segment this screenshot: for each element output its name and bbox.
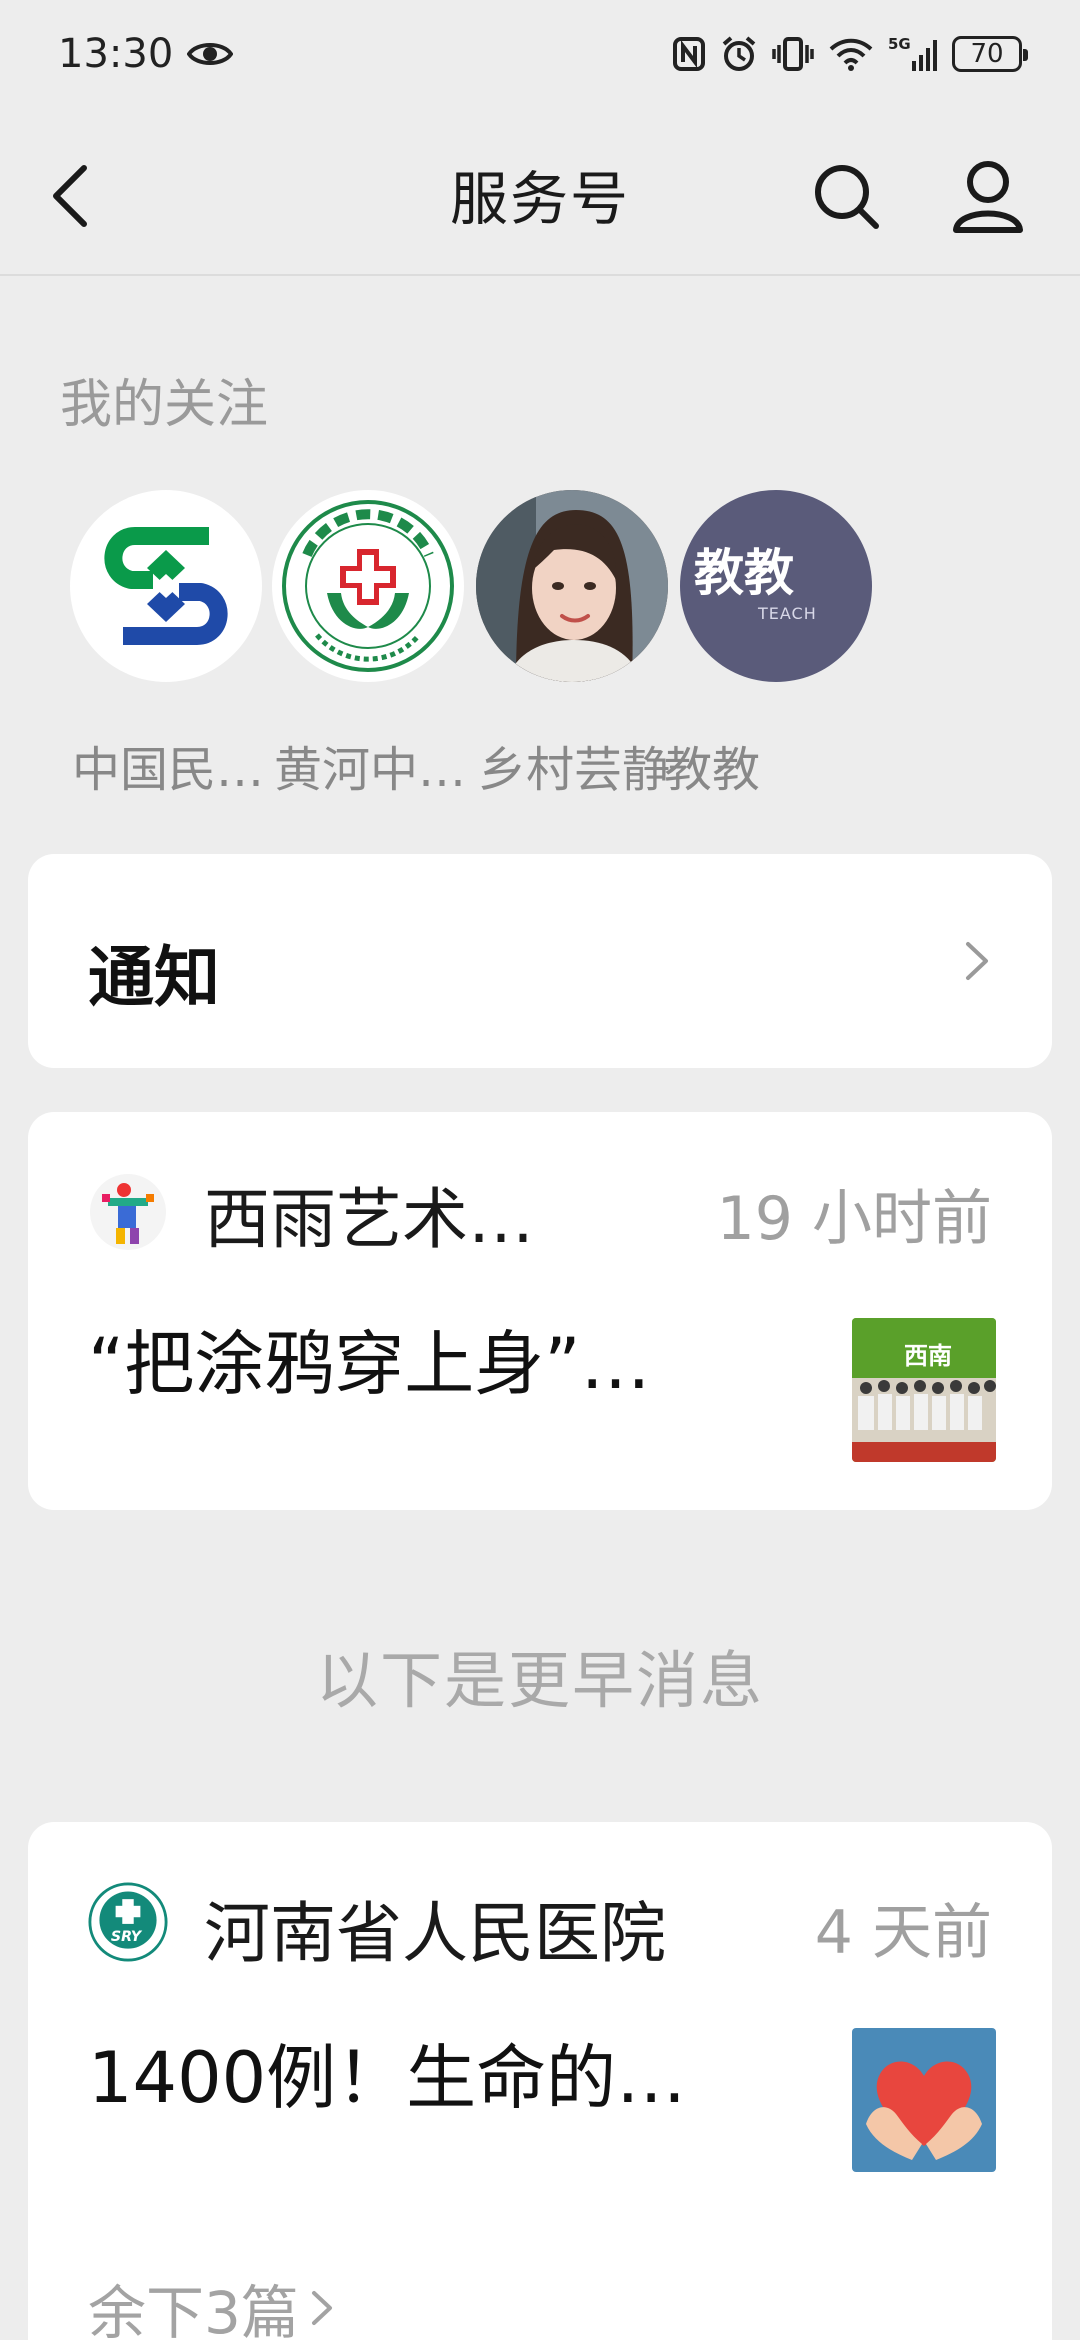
sender-avatar: SRY xyxy=(88,1882,168,1962)
svg-text:西南: 西南 xyxy=(904,1342,952,1370)
wifi-icon xyxy=(829,38,873,71)
vibrate-icon xyxy=(772,37,814,71)
battery-level: 70 xyxy=(970,39,1004,69)
sender-avatar xyxy=(88,1172,168,1252)
notice-card[interactable]: 通知 xyxy=(28,854,1052,1068)
battery-icon: 70 xyxy=(952,36,1028,72)
eye-icon xyxy=(187,43,234,65)
follows-list: 中国民… 黄河中… 乡村芸静 教教 TEACH 教教 xyxy=(0,486,1080,796)
follow-item[interactable]: 中国民… xyxy=(48,486,278,796)
profile-icon[interactable] xyxy=(950,156,1026,236)
message-thumbnail xyxy=(852,2028,996,2172)
bank-logo-icon xyxy=(104,527,228,645)
art-logo-icon xyxy=(90,1174,166,1250)
notice-title: 通知 xyxy=(88,939,220,1016)
bank-logo-avatar xyxy=(70,490,262,682)
follows-section-label: 我的关注 xyxy=(60,375,269,435)
education-logo-avatar: 教教 TEACH xyxy=(680,490,872,682)
event-photo-image: 西南 xyxy=(852,1318,996,1462)
hospital-logo-icon xyxy=(282,500,454,672)
message-time: 4 天前 xyxy=(814,1898,992,1968)
more-articles-label: 余下3篇 xyxy=(88,2279,299,2340)
message-card[interactable]: 西雨艺术… 19 小时前 “把涂鸦穿上身”… 西南 xyxy=(28,1112,1052,1510)
status-time: 13:30 xyxy=(58,31,174,77)
hospital-logo-avatar xyxy=(272,490,464,682)
chevron-right-icon xyxy=(311,2291,332,2325)
education-logo-text: 教教 xyxy=(694,544,794,602)
message-title: “把涂鸦穿上身”… xyxy=(88,1323,651,1405)
svg-text:SRY: SRY xyxy=(111,1929,143,1945)
message-time: 19 小时前 xyxy=(716,1184,992,1254)
message-thumbnail: 西南 xyxy=(852,1318,996,1462)
chevron-right-icon xyxy=(966,942,988,980)
heart-hands-image xyxy=(852,2028,996,2172)
person-photo-avatar xyxy=(476,490,668,682)
earlier-messages-label: 以下是更早消息 xyxy=(315,1644,764,1717)
sender-name: 河南省人民医院 xyxy=(204,1895,666,1972)
message-card[interactable]: SRY 河南省人民医院 4 天前 1400例！生命的… 余下3篇 xyxy=(28,1822,1052,2340)
follow-item[interactable]: 黄河中… xyxy=(250,486,480,796)
follow-name: 教教 xyxy=(664,742,761,796)
follow-item[interactable]: 乡村芸静 xyxy=(454,486,684,796)
hospital-sry-logo-icon: SRY xyxy=(88,1882,168,1962)
status-bar: 13:30 5G 70 xyxy=(0,0,1080,108)
signal-icon: 5G xyxy=(888,35,937,71)
follow-item[interactable]: 教教 TEACH 教教 xyxy=(658,486,888,796)
alarm-icon xyxy=(722,36,756,71)
person-photo-image xyxy=(476,490,668,682)
education-logo-subtext: TEACH xyxy=(758,604,817,623)
sender-name: 西雨艺术… xyxy=(204,1181,534,1258)
more-articles-link[interactable]: 余下3篇 xyxy=(88,2266,335,2340)
nav-bar: 服务号 xyxy=(0,108,1080,276)
page-title: 服务号 xyxy=(449,165,630,233)
message-title: 1400例！生命的… xyxy=(88,2037,687,2119)
search-icon[interactable] xyxy=(808,158,884,234)
nfc-icon xyxy=(673,37,705,71)
svg-text:5G: 5G xyxy=(888,35,911,53)
